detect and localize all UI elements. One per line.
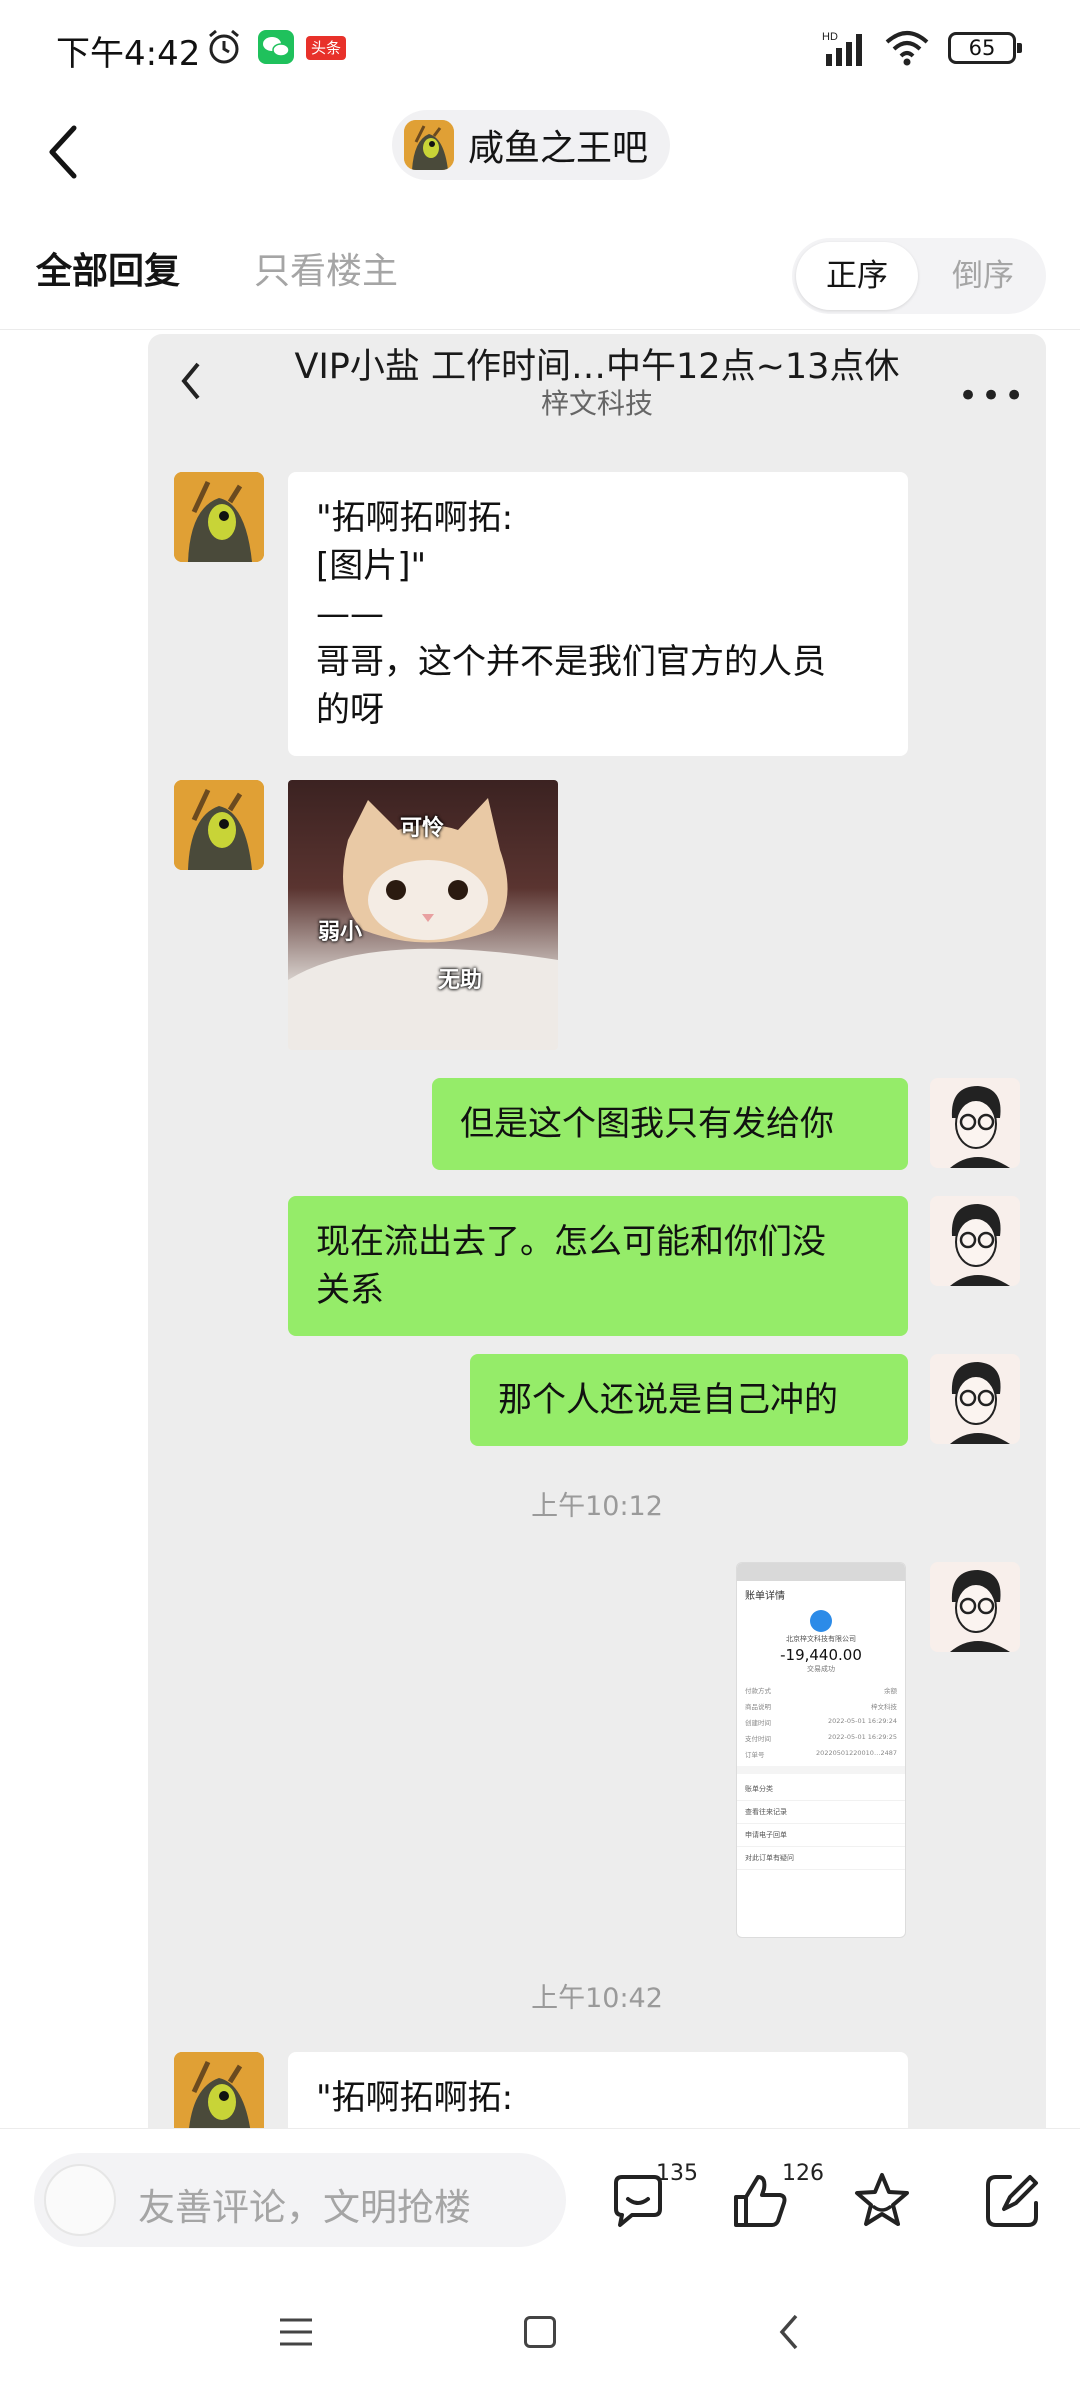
receipt-company: 北京梓文科技有限公司 bbox=[786, 1635, 856, 1643]
chat-screenshot-image[interactable]: VIP小盐 工作时间…中午12点~13点休 梓文科技 ••• "拓啊拓啊拓: [… bbox=[148, 334, 1046, 2134]
wechat-icon bbox=[258, 30, 294, 64]
receipt-row: 付款方式 余额 bbox=[745, 1687, 897, 1695]
chevron-left-icon[interactable] bbox=[38, 116, 92, 188]
message-text: 哥哥，这个并不是我们官方的人员 bbox=[316, 642, 826, 682]
sort-toggle: 正序 倒序 bbox=[792, 238, 1046, 314]
system-nav-bar bbox=[0, 2278, 1080, 2400]
forum-name: 咸鱼之王吧 bbox=[468, 128, 649, 169]
avatar bbox=[930, 1196, 1020, 1286]
comment-count: 135 bbox=[656, 2161, 698, 2186]
like-count: 126 bbox=[782, 2161, 824, 2186]
message-text: "拓啊拓啊拓: bbox=[316, 498, 514, 538]
comment-placeholder: 友善评论，文明抢楼 bbox=[138, 2186, 471, 2229]
meme-caption: 弱小 bbox=[318, 920, 363, 945]
title-bar: 咸鱼之王吧 bbox=[0, 98, 1080, 208]
message-bubble: "拓啊拓啊拓: [图片]" —— 哥哥，这个并不是我们官方的人员 的呀 bbox=[288, 472, 908, 756]
bottom-action-bar: 友善评论，文明抢楼 135 126 bbox=[0, 2128, 1080, 2278]
meme-caption: 可怜 bbox=[400, 816, 445, 841]
receipt-row: 创建时间 2022-05-01 16:29:24 bbox=[745, 1717, 897, 1727]
receipt-status: 交易成功 bbox=[807, 1665, 835, 1673]
forum-avatar bbox=[404, 120, 454, 170]
status-time: 下午4:42 bbox=[56, 34, 201, 74]
chat-title: VIP小盐 工作时间…中午12点~13点休 bbox=[294, 347, 900, 387]
wifi-icon bbox=[885, 31, 929, 66]
message-bubble: "拓啊拓啊拓: bbox=[288, 2052, 908, 2134]
alarm-icon bbox=[209, 29, 239, 64]
receipt-row: 支付时间 2022-05-01 16:29:25 bbox=[745, 1733, 897, 1743]
payment-receipt-image: 账单详情 北京梓文科技有限公司 -19,440.00 交易成功 付款方式 余额 商… bbox=[736, 1562, 906, 1938]
home-icon[interactable] bbox=[524, 2316, 556, 2348]
reply-tabs: 全部回复 只看楼主 正序 倒序 bbox=[0, 220, 1080, 330]
toutiao-icon: 头条 bbox=[306, 36, 346, 60]
receipt-link: 对此订单有疑问 bbox=[737, 1847, 905, 1870]
receipt-amount: -19,440.00 bbox=[780, 1646, 862, 1664]
receipt-title: 账单详情 bbox=[745, 1591, 785, 1602]
message-text: 那个人还说是自己冲的 bbox=[498, 1380, 838, 1420]
avatar bbox=[930, 1354, 1020, 1444]
avatar bbox=[174, 472, 264, 562]
tab-all-replies[interactable]: 全部回复 bbox=[36, 242, 180, 294]
message-text: 现在流出去了。怎么可能和你们没 bbox=[316, 1222, 826, 1262]
status-bar: 下午4:42 头条 HD 65 bbox=[0, 0, 1080, 98]
message-text: 但是这个图我只有发给你 bbox=[460, 1104, 834, 1144]
star-icon[interactable] bbox=[850, 2169, 914, 2233]
avatar bbox=[930, 1562, 1020, 1652]
message-bubble: 现在流出去了。怎么可能和你们没 关系 bbox=[288, 1196, 908, 1336]
sort-desc-button[interactable]: 倒序 bbox=[924, 242, 1042, 310]
chat-timestamp: 上午10:42 bbox=[531, 1983, 663, 2014]
cat-meme-image: 可怜 弱小 无助 bbox=[288, 780, 558, 1050]
share-icon[interactable] bbox=[980, 2169, 1044, 2233]
more-icon: ••• bbox=[958, 376, 1028, 416]
receipt-row: 订单号 20220501220010…2487 bbox=[745, 1749, 897, 1759]
avatar bbox=[174, 2052, 264, 2134]
receipt-link: 查看往来记录 bbox=[737, 1801, 905, 1824]
forum-chip[interactable]: 咸鱼之王吧 bbox=[392, 110, 671, 180]
message-text: 关系 bbox=[316, 1270, 384, 1310]
comment-input[interactable]: 友善评论，文明抢楼 bbox=[34, 2153, 566, 2247]
user-avatar bbox=[44, 2164, 116, 2236]
chat-timestamp: 上午10:12 bbox=[531, 1491, 663, 1522]
avatar bbox=[174, 780, 264, 870]
meme-caption: 无助 bbox=[438, 968, 483, 993]
message-text: "拓啊拓啊拓: bbox=[316, 2078, 514, 2118]
message-bubble: 那个人还说是自己冲的 bbox=[470, 1354, 908, 1446]
message-text: [图片]" bbox=[316, 546, 427, 586]
chat-subtitle: 梓文科技 bbox=[540, 387, 653, 420]
hd-signal-icon: HD bbox=[822, 31, 862, 66]
sort-asc-button[interactable]: 正序 bbox=[796, 242, 918, 310]
message-bubble: 但是这个图我只有发给你 bbox=[432, 1078, 908, 1170]
menu-icon[interactable] bbox=[278, 2314, 314, 2350]
message-text: —— bbox=[316, 594, 384, 634]
tab-op-only[interactable]: 只看楼主 bbox=[254, 242, 398, 294]
payee-logo-icon bbox=[810, 1610, 832, 1632]
receipt-link: 申请电子回单 bbox=[737, 1824, 905, 1847]
battery-icon: 65 bbox=[948, 32, 1022, 64]
avatar bbox=[930, 1078, 1020, 1168]
message-text: 的呀 bbox=[316, 690, 384, 730]
receipt-link: 账单分类 bbox=[737, 1778, 905, 1801]
nav-back-icon[interactable] bbox=[774, 2310, 804, 2354]
svg-text:HD: HD bbox=[822, 31, 838, 43]
receipt-row: 商品说明 梓文科技 bbox=[745, 1703, 897, 1711]
